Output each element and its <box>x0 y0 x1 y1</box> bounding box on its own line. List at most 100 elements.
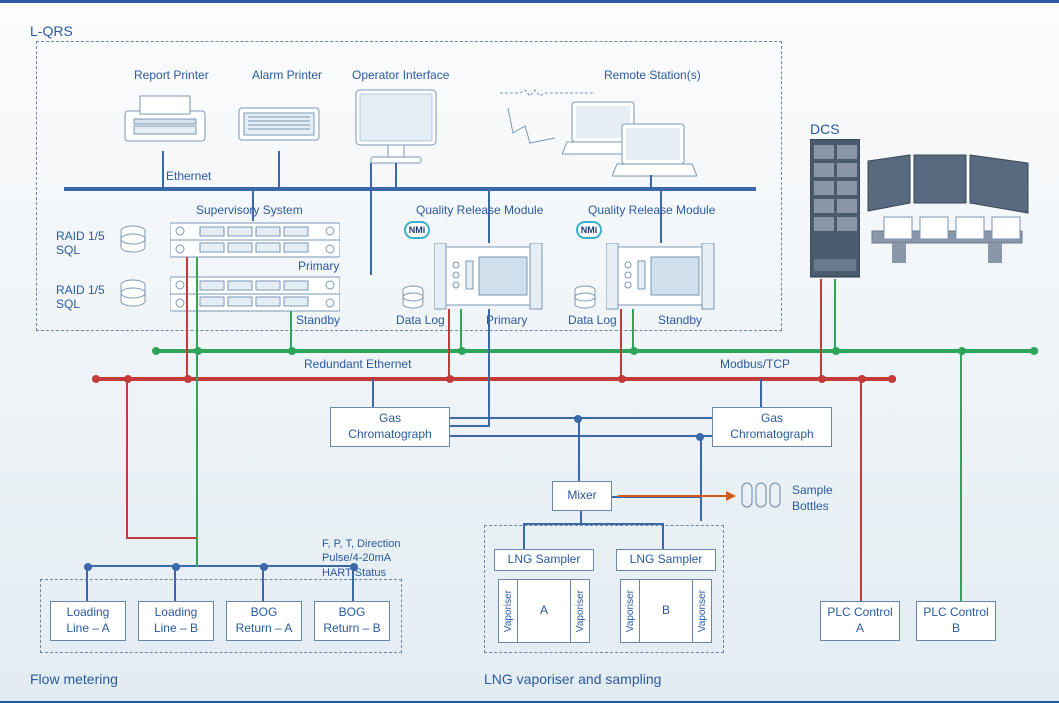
dcs-red <box>820 279 822 379</box>
modbus-tcp-label: Modbus/TCP <box>720 357 790 371</box>
red-end-left <box>92 375 100 383</box>
db-icon-2 <box>118 279 148 309</box>
green-bus <box>154 349 1038 353</box>
qrm2-green <box>632 309 634 351</box>
sup-green-2 <box>290 311 292 351</box>
vap-a1: Vaporiser <box>498 579 518 643</box>
sample-bottles-icon <box>740 481 784 511</box>
gc-line-2 <box>450 435 712 437</box>
d4 <box>630 347 638 355</box>
eth-to-rack-1 <box>252 189 254 221</box>
vap-a2: Vaporiser <box>570 579 590 643</box>
green-end-right <box>1030 347 1038 355</box>
qrm-blue-to-gc <box>450 425 490 427</box>
red-end-right <box>888 375 896 383</box>
gc2-up <box>760 379 762 407</box>
loading-a-box: LoadingLine – A <box>50 601 126 641</box>
ms-right <box>662 523 664 549</box>
remote-drop <box>650 175 652 189</box>
qrm-blue-down <box>488 309 490 425</box>
dcs-rack-icon <box>810 139 860 279</box>
db-icon-1 <box>118 225 148 255</box>
dcs-green <box>834 279 836 351</box>
dcs-screens-icon <box>862 151 1042 281</box>
rack-primary-icon <box>170 221 340 261</box>
plc-a-box: PLC ControlA <box>820 601 900 641</box>
flow-bus <box>86 565 354 567</box>
flow-red <box>126 379 128 537</box>
qrm1-green <box>460 309 462 351</box>
dcs-title: DCS <box>810 121 840 137</box>
lng-sampler-a: LNG Sampler <box>494 549 594 571</box>
operator-monitor-icon <box>346 85 446 171</box>
fb-d4 <box>350 563 358 571</box>
qrm1-red <box>448 309 450 379</box>
ethernet-label: Ethernet <box>166 169 211 183</box>
qrm-primary-label: Primary <box>486 313 527 327</box>
flow-green-to-bus <box>196 537 198 567</box>
lqrs-title: L-QRS <box>30 23 73 39</box>
vap-a-label: A <box>518 579 570 643</box>
fr-dot <box>124 375 132 383</box>
supervisory-title: Supervisory System <box>196 203 303 217</box>
bog-a-box: BOGReturn – A <box>226 601 302 641</box>
eth-to-rack-2 <box>370 163 372 275</box>
fb-d3 <box>260 563 268 571</box>
report-printer-label: Report Printer <box>134 68 209 82</box>
d5 <box>832 347 840 355</box>
datalog-2-label: Data Log <box>568 313 617 327</box>
green-end-left <box>152 347 160 355</box>
ethernet-bus <box>64 187 756 191</box>
raid-2-label: RAID 1/5SQL <box>56 283 105 312</box>
supervisory-primary-label: Primary <box>298 259 339 273</box>
qrm-device-1-icon <box>434 243 544 313</box>
qrm-title-2: Quality Release Module <box>588 203 715 217</box>
fb-d1 <box>84 563 92 571</box>
monitor-drop <box>395 163 397 189</box>
flow-metering-title: Flow metering <box>30 671 118 687</box>
qrm-device-2-icon <box>606 243 716 313</box>
flow-red-h <box>126 537 198 539</box>
sample-arrow-icon <box>618 489 736 503</box>
vap-b-label: B <box>640 579 692 643</box>
nmi-badge-2: NMi <box>576 221 602 239</box>
d2 <box>288 347 296 355</box>
alarm-printer-icon <box>234 98 324 153</box>
operator-interface-label: Operator Interface <box>352 68 449 82</box>
lng-vaporiser-title: LNG vaporiser and sampling <box>484 671 661 687</box>
red-bus <box>94 377 896 381</box>
alarm-printer-label: Alarm Printer <box>252 68 322 82</box>
report-printer-icon <box>120 91 210 151</box>
datalog-icon-2 <box>572 285 598 311</box>
fb-d2 <box>172 563 180 571</box>
remote-stations-label: Remote Station(s) <box>604 68 701 82</box>
loading-b-box: LoadingLine – B <box>138 601 214 641</box>
bog-b-box: BOGReturn – B <box>314 601 390 641</box>
mixer-up <box>578 419 580 481</box>
eth-to-qrm2 <box>660 189 662 243</box>
vap-b2: Vaporiser <box>692 579 712 643</box>
gc1-up-red <box>372 379 374 407</box>
plc-b-box: PLC ControlB <box>916 601 996 641</box>
datalog-1-label: Data Log <box>396 313 445 327</box>
sup-green-1 <box>196 257 198 351</box>
qrm-standby-label: Standby <box>658 313 702 327</box>
printer-2-drop <box>278 151 280 189</box>
signal-label: F, P, T, DirectionPulse/4-20mAHART/Statu… <box>322 537 400 580</box>
remote-laptop-2-icon <box>612 121 697 183</box>
r2 <box>446 375 454 383</box>
redundant-ethernet-label: Redundant Ethernet <box>304 357 411 371</box>
nmi-badge-1: NMi <box>404 221 430 239</box>
ms-left <box>523 523 525 549</box>
sample-bottles-label: SampleBottles <box>792 483 833 514</box>
lng-sampler-b: LNG Sampler <box>616 549 716 571</box>
d3 <box>458 347 466 355</box>
plc-b-green <box>960 351 962 601</box>
datalog-icon-1 <box>400 285 426 311</box>
r4 <box>818 375 826 383</box>
qrm2-red <box>620 309 622 379</box>
r1 <box>184 375 192 383</box>
qrm-title-1: Quality Release Module <box>416 203 543 217</box>
sup-red-2 <box>186 313 188 379</box>
raid-1-label: RAID 1/5SQL <box>56 229 105 258</box>
